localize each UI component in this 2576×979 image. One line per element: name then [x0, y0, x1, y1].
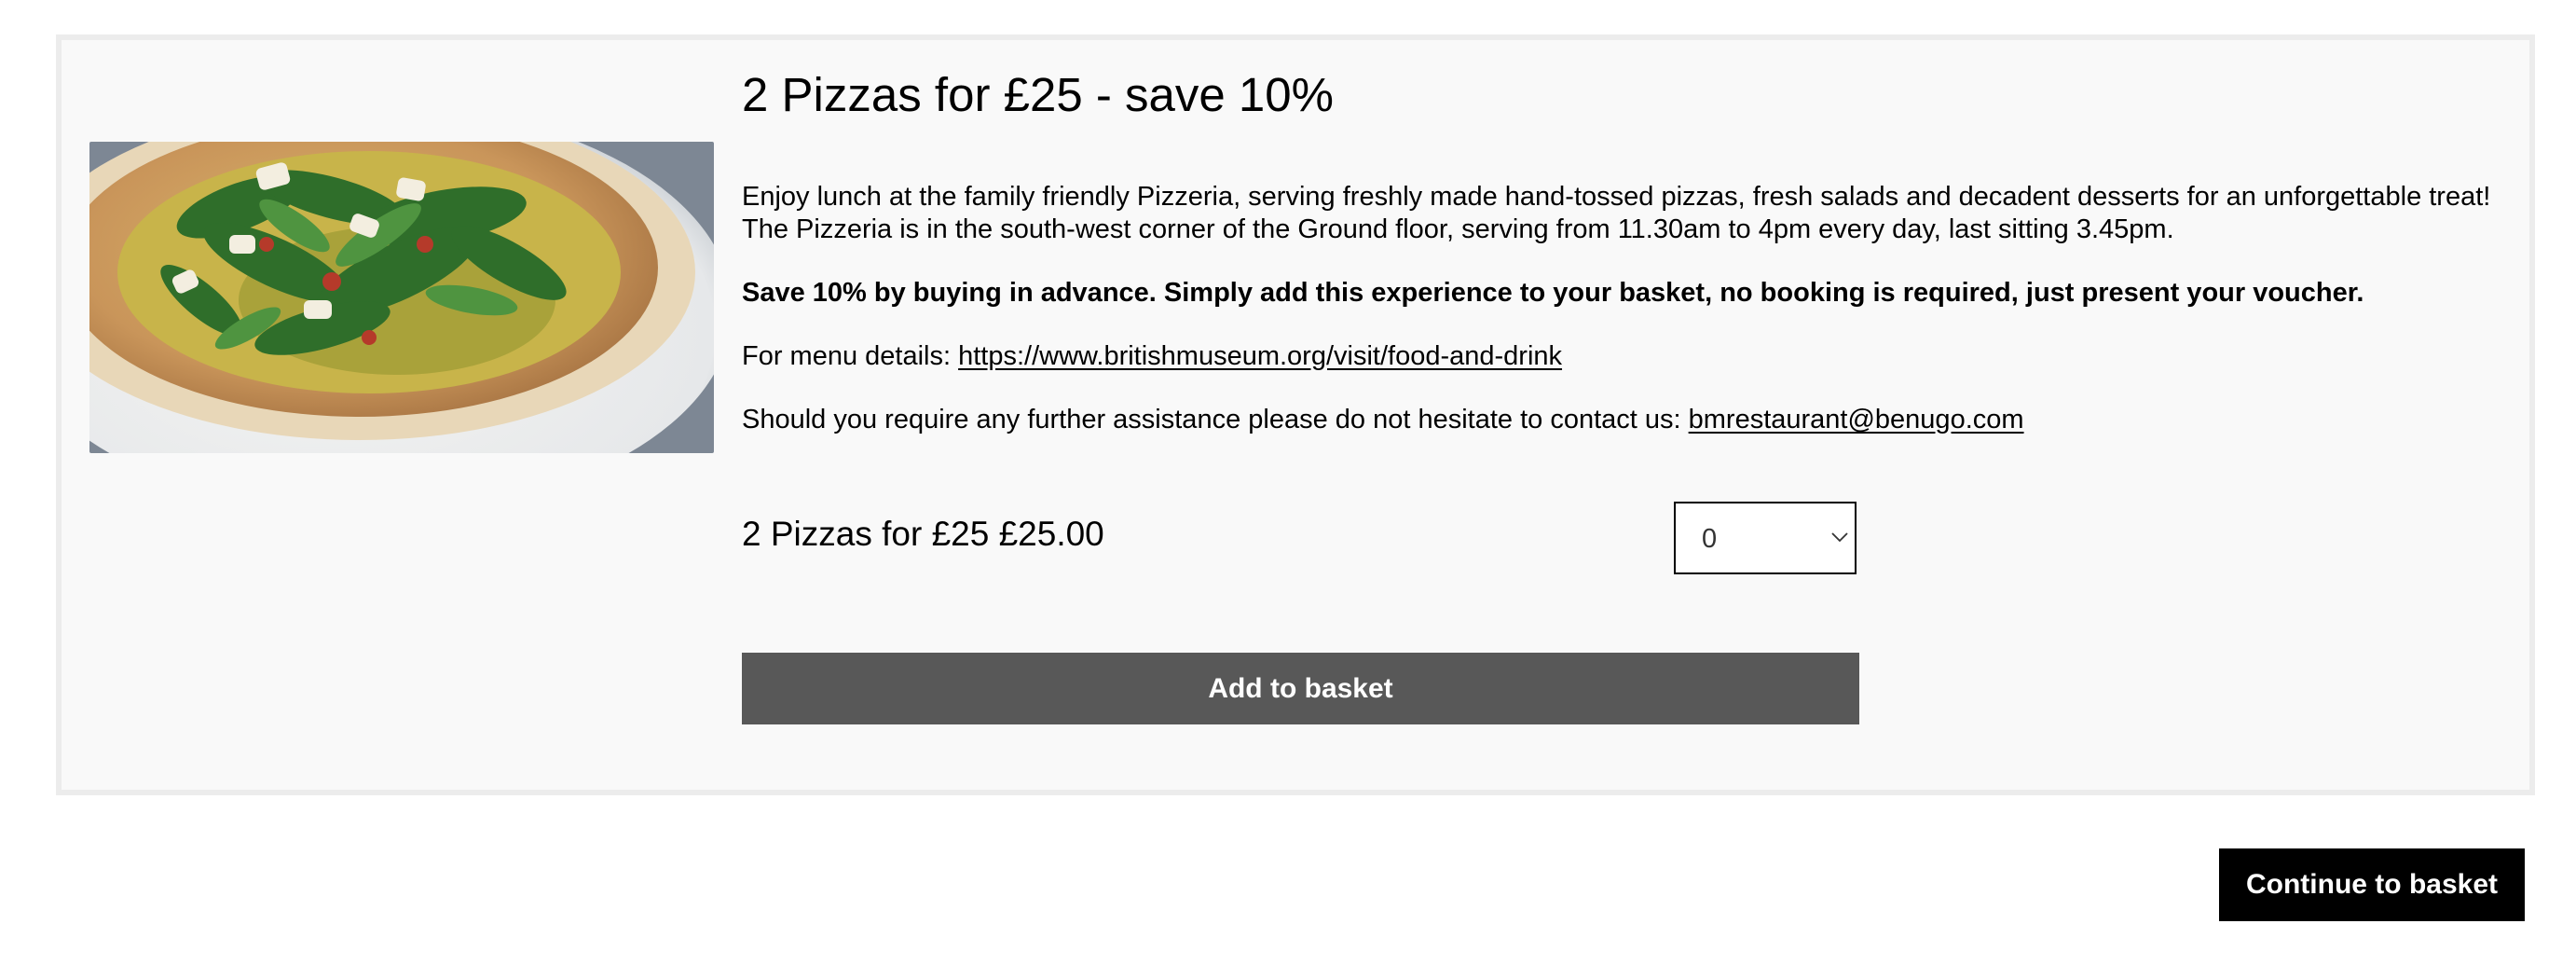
menu-link[interactable]: https://www.britishmuseum.org/visit/food…	[958, 341, 1562, 371]
product-title: 2 Pizzas for £25 - save 10%	[742, 68, 1334, 121]
ticket-label: 2 Pizzas for £25 £25.00	[742, 515, 1104, 553]
chevron-down-icon	[1831, 532, 1848, 543]
contact-details: Should you require any further assistanc…	[742, 404, 2513, 436]
product-details: 2 Pizzas for £25 - save 10% Enjoy lunch …	[742, 68, 2513, 436]
contact-email-link[interactable]: bmrestaurant@benugo.com	[1689, 405, 2024, 434]
description-line-2: The Pizzeria is in the south-west corner…	[742, 214, 2174, 244]
quantity-value: 0	[1702, 524, 1718, 554]
menu-details: For menu details: https://www.britishmus…	[742, 340, 2513, 373]
ticket-row: 2 Pizzas for £25 £25.00 0	[742, 502, 1860, 580]
continue-to-basket-button[interactable]: Continue to basket	[2219, 848, 2525, 921]
advance-purchase-note: Save 10% by buying in advance. Simply ad…	[742, 277, 2364, 308]
description-line-1: Enjoy lunch at the family friendly Pizze…	[742, 181, 2491, 212]
product-card: 2 Pizzas for £25 - save 10% Enjoy lunch …	[56, 34, 2535, 795]
add-to-basket-button[interactable]: Add to basket	[742, 653, 1859, 724]
quantity-select[interactable]: 0	[1674, 502, 1857, 574]
contact-details-label: Should you require any further assistanc…	[742, 404, 1689, 434]
pizza-image	[89, 142, 714, 453]
menu-details-label: For menu details:	[742, 340, 959, 371]
product-description: Enjoy lunch at the family friendly Pizze…	[742, 181, 2513, 246]
pizza-photo-icon	[89, 142, 714, 453]
